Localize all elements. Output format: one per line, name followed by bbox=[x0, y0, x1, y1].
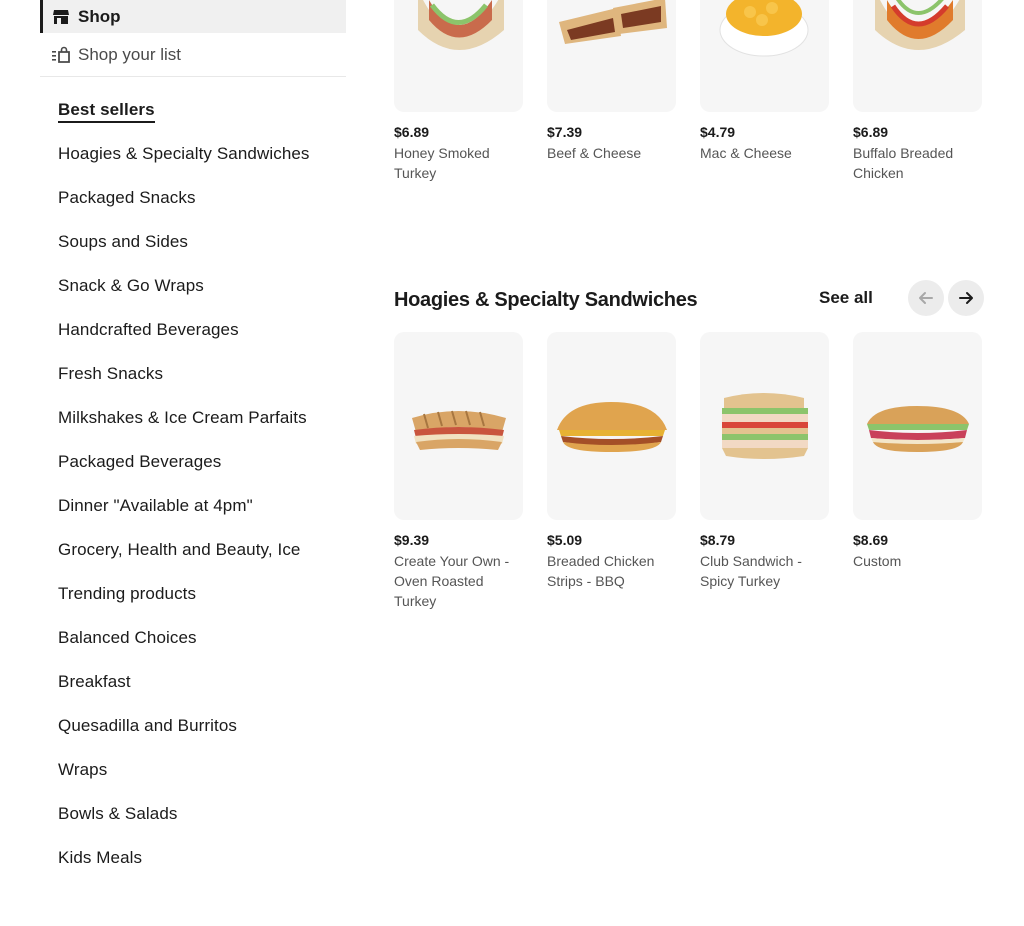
category-packaged-beverages[interactable]: Packaged Beverages bbox=[58, 451, 346, 495]
category-label: Dinner "Available at 4pm" bbox=[58, 496, 253, 515]
category-label: Trending products bbox=[58, 584, 197, 603]
product-price: $6.89 bbox=[853, 124, 889, 140]
section-header: Hoagies & Specialty Sandwiches See all bbox=[394, 280, 984, 316]
category-label: Best sellers bbox=[58, 99, 155, 123]
product-name: Create Your Own - Oven Roasted Turkey bbox=[394, 553, 510, 609]
category-handcrafted-beverages[interactable]: Handcrafted Beverages bbox=[58, 319, 346, 363]
category-label: Bowls & Salads bbox=[58, 804, 178, 823]
category-breakfast[interactable]: Breakfast bbox=[58, 671, 346, 715]
product-image bbox=[394, 332, 523, 520]
product-image bbox=[853, 0, 982, 112]
product-card[interactable]: $4.79 Mac & Cheese bbox=[700, 0, 829, 183]
arrow-left-icon bbox=[917, 289, 935, 307]
nav-shop-your-list-label: Shop your list bbox=[78, 44, 181, 64]
category-kids-meals[interactable]: Kids Meals bbox=[58, 847, 346, 891]
product-name: Beef & Cheese bbox=[547, 145, 642, 161]
section-title: Hoagies & Specialty Sandwiches bbox=[394, 289, 698, 311]
category-label: Grocery, Health and Beauty, Ice bbox=[58, 540, 301, 559]
product-image bbox=[700, 0, 829, 112]
product-image bbox=[547, 332, 676, 520]
category-label: Packaged Snacks bbox=[58, 188, 196, 207]
category-quesadilla[interactable]: Quesadilla and Burritos bbox=[58, 715, 346, 759]
product-card[interactable]: $6.89 Buffalo Breaded Chicken bbox=[853, 0, 982, 183]
category-list: Best sellers Hoagies & Specialty Sandwic… bbox=[40, 99, 346, 891]
nav-shop-your-list[interactable]: Shop your list bbox=[40, 33, 346, 77]
carousel-next-button[interactable] bbox=[948, 280, 984, 316]
sidebar: Shop Shop your list Best sellers Hoagies… bbox=[40, 0, 346, 891]
category-milkshakes[interactable]: Milkshakes & Ice Cream Parfaits bbox=[58, 407, 346, 451]
product-name: Honey Smoked Turkey bbox=[394, 145, 490, 181]
category-fresh-snacks[interactable]: Fresh Snacks bbox=[58, 363, 346, 407]
product-image bbox=[394, 0, 523, 112]
best-sellers-row: $6.89 Honey Smoked Turkey $7.39 Beef & C… bbox=[394, 0, 982, 183]
product-card[interactable]: $7.39 Beef & Cheese bbox=[547, 0, 676, 183]
category-balanced-choices[interactable]: Balanced Choices bbox=[58, 627, 346, 671]
category-label: Wraps bbox=[58, 760, 108, 779]
category-best-sellers[interactable]: Best sellers bbox=[58, 99, 346, 143]
category-hoagies[interactable]: Hoagies & Specialty Sandwiches bbox=[58, 143, 346, 187]
product-price: $9.39 bbox=[394, 532, 430, 548]
category-bowls-salads[interactable]: Bowls & Salads bbox=[58, 803, 346, 847]
carousel-prev-button[interactable] bbox=[908, 280, 944, 316]
category-label: Packaged Beverages bbox=[58, 452, 222, 471]
product-name: Buffalo Breaded Chicken bbox=[853, 145, 954, 181]
product-name: Mac & Cheese bbox=[700, 145, 792, 161]
category-wraps[interactable]: Wraps bbox=[58, 759, 346, 803]
nav-shop[interactable]: Shop bbox=[40, 0, 346, 33]
product-price: $7.39 bbox=[547, 124, 583, 140]
category-label: Balanced Choices bbox=[58, 628, 197, 647]
category-label: Milkshakes & Ice Cream Parfaits bbox=[58, 408, 307, 427]
product-price: $6.89 bbox=[394, 124, 430, 140]
product-price: $5.09 bbox=[547, 532, 583, 548]
category-label: Snack & Go Wraps bbox=[58, 276, 204, 295]
category-label: Kids Meals bbox=[58, 848, 143, 867]
product-card[interactable]: $5.09 Breaded Chicken Strips - BBQ bbox=[547, 332, 676, 611]
category-packaged-snacks[interactable]: Packaged Snacks bbox=[58, 187, 346, 231]
product-card[interactable]: $9.39 Create Your Own - Oven Roasted Tur… bbox=[394, 332, 523, 611]
category-grocery[interactable]: Grocery, Health and Beauty, Ice bbox=[58, 539, 346, 583]
product-image bbox=[853, 332, 982, 520]
category-soups-sides[interactable]: Soups and Sides bbox=[58, 231, 346, 275]
category-label: Soups and Sides bbox=[58, 232, 189, 251]
product-image bbox=[547, 0, 676, 112]
product-price: $4.79 bbox=[700, 124, 736, 140]
category-trending[interactable]: Trending products bbox=[58, 583, 346, 627]
arrow-right-icon bbox=[957, 289, 975, 307]
product-name: Club Sandwich - Spicy Turkey bbox=[700, 553, 802, 589]
list-bag-icon bbox=[52, 46, 70, 64]
hoagies-row: $9.39 Create Your Own - Oven Roasted Tur… bbox=[394, 332, 982, 611]
category-label: Quesadilla and Burritos bbox=[58, 716, 238, 735]
product-price: $8.79 bbox=[700, 532, 736, 548]
nav-shop-label: Shop bbox=[78, 6, 121, 26]
product-name: Custom bbox=[853, 553, 902, 569]
product-price: $8.69 bbox=[853, 532, 889, 548]
category-dinner[interactable]: Dinner "Available at 4pm" bbox=[58, 495, 346, 539]
product-card[interactable]: $8.69 Custom bbox=[853, 332, 982, 611]
category-label: Handcrafted Beverages bbox=[58, 320, 239, 339]
category-label: Hoagies & Specialty Sandwiches bbox=[58, 144, 310, 163]
storefront-icon bbox=[52, 8, 70, 26]
category-label: Fresh Snacks bbox=[58, 364, 164, 383]
product-name: Breaded Chicken Strips - BBQ bbox=[547, 553, 655, 589]
see-all-link[interactable]: See all bbox=[819, 288, 873, 308]
product-image bbox=[700, 332, 829, 520]
category-snack-go-wraps[interactable]: Snack & Go Wraps bbox=[58, 275, 346, 319]
category-label: Breakfast bbox=[58, 672, 131, 691]
product-card[interactable]: $6.89 Honey Smoked Turkey bbox=[394, 0, 523, 183]
product-card[interactable]: $8.79 Club Sandwich - Spicy Turkey bbox=[700, 332, 829, 611]
